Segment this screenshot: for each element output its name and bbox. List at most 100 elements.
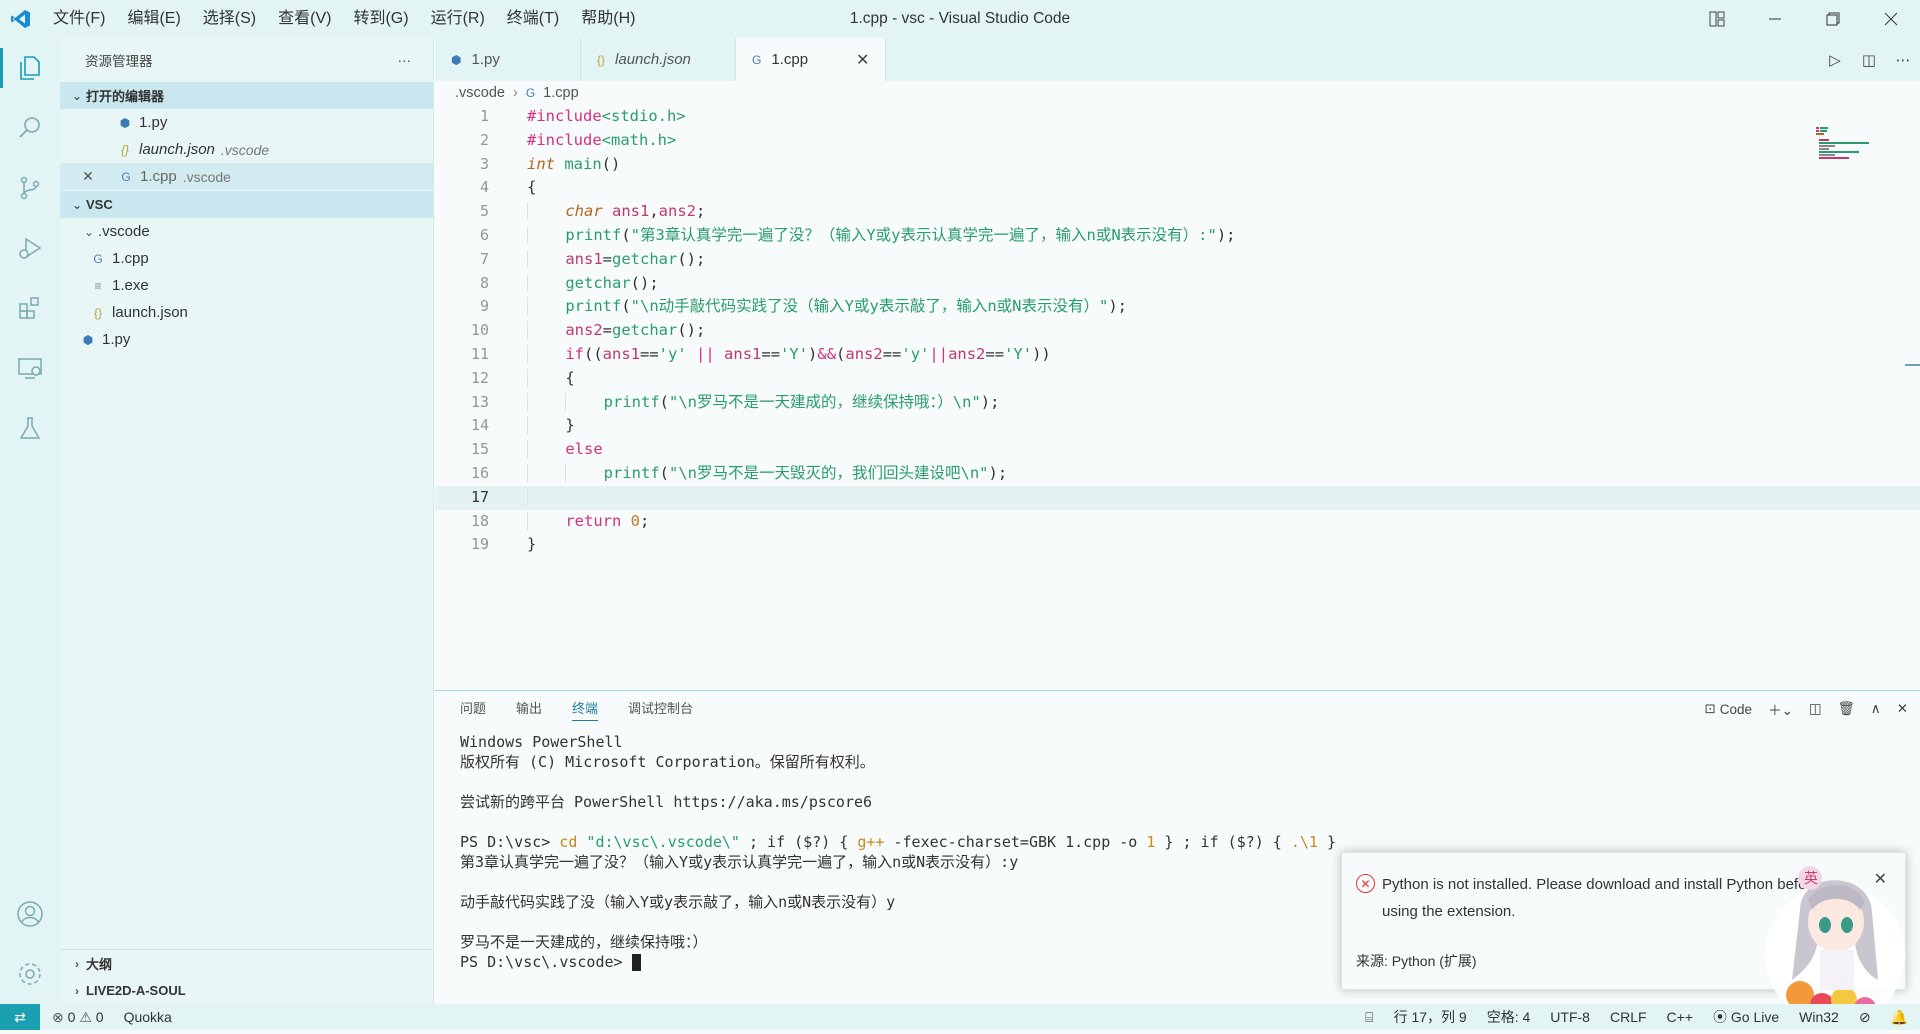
scrollbar-marker[interactable] (1905, 364, 1920, 366)
live2d-mascot[interactable]: 英 (1760, 850, 1910, 1030)
open-editors-section[interactable]: ⌄ 打开的编辑器 (60, 82, 433, 109)
tree-file[interactable]: G 1.cpp (60, 245, 433, 272)
tree-file[interactable]: {} launch.json (60, 299, 433, 326)
open-editor-name: launch.json (139, 141, 215, 158)
notifications-icon[interactable]: 🔔 (1891, 1009, 1908, 1026)
quokka-status[interactable]: Quokka (124, 1009, 172, 1025)
line-ending[interactable]: CRLF (1610, 1009, 1647, 1025)
extensions-icon[interactable] (0, 278, 60, 338)
code-line: 16 printf("\n罗马不是一天毁灭的，我们回头建设吧\n"); (435, 462, 1920, 486)
language-mode[interactable]: C++ (1667, 1009, 1693, 1025)
no-bell-icon[interactable]: ⊘ (1859, 1009, 1871, 1026)
tab-launch-json[interactable]: {} launch.json (581, 38, 736, 81)
line-number: 19 (470, 535, 489, 554)
more-actions-icon[interactable]: ··· (398, 53, 412, 68)
tab-output[interactable]: 输出 (516, 691, 542, 727)
cpp-icon: G (93, 251, 103, 266)
database-icon[interactable]: ⌸ (1365, 1009, 1373, 1026)
open-editor-item[interactable]: {} launch.json .vscode (60, 136, 433, 163)
remote-icon[interactable]: ⇄ (0, 1004, 40, 1030)
menu-edit[interactable]: 编辑(E) (116, 0, 191, 38)
more-actions-icon[interactable]: ⋯ (1886, 51, 1920, 69)
platform[interactable]: Win32 (1799, 1009, 1839, 1025)
tab-problems[interactable]: 问题 (460, 691, 486, 727)
open-editor-item[interactable]: ✕ G 1.cpp .vscode (60, 163, 433, 190)
outline-section[interactable]: › 大纲 (60, 950, 434, 977)
warning-count: 0 (95, 1008, 104, 1025)
explorer-sidebar: 资源管理器 ··· ⌄ 打开的编辑器 ⬢ 1.py {} launch.json… (60, 38, 434, 1004)
settings-gear-icon[interactable] (0, 944, 60, 1004)
prompt: PS D:\vsc> (460, 833, 560, 851)
breadcrumb-folder[interactable]: .vscode (455, 85, 505, 101)
warning-icon: ⚠ (79, 1008, 92, 1025)
chevron-right-icon: › (512, 85, 518, 101)
close-window-button[interactable] (1862, 0, 1920, 38)
editor-tabs: ⬢ 1.py {} launch.json G 1.cpp ✕ ▷ ◫ ⋯ (435, 38, 1920, 81)
menu-go[interactable]: 转到(G) (342, 0, 419, 38)
tree-folder-vscode[interactable]: ⌄ .vscode (60, 218, 433, 245)
code-line: 3 int main() (435, 153, 1920, 177)
minimap[interactable] (1816, 105, 1876, 165)
terminal-command-line: PS D:\vsc> cd "d:\vsc\.vscode\" ; if ($?… (460, 832, 1920, 852)
menu-bar: 文件(F) 编辑(E) 选择(S) 查看(V) 转到(G) 运行(R) 终端(T… (42, 0, 646, 38)
close-icon[interactable]: ✕ (78, 168, 98, 185)
terminal-line: 尝试新的跨平台 PowerShell https://aka.ms/pscore… (460, 793, 873, 811)
live2d-section[interactable]: › LIVE2D-A-SOUL (60, 977, 434, 1004)
tree-item-name: 1.py (102, 331, 131, 348)
menu-terminal[interactable]: 终端(T) (496, 0, 570, 38)
code-editor[interactable]: 1 #include<stdio.h> 2 #include<math.h> 3 in… (435, 105, 1920, 557)
maximize-panel-icon[interactable]: ∧ (1871, 701, 1881, 717)
breadcrumb: .vscode › G 1.cpp (435, 81, 1920, 105)
trash-icon[interactable]: 🗑 (1838, 701, 1855, 717)
go-live-label: Go Live (1730, 1009, 1780, 1025)
split-editor-icon[interactable]: ◫ (1852, 51, 1886, 69)
menu-view[interactable]: 查看(V) (267, 0, 342, 38)
open-editor-desc: .vscode (182, 168, 231, 185)
cursor-position[interactable]: 行 17，列 9 (1394, 1007, 1467, 1027)
indentation[interactable]: 空格: 4 (1487, 1007, 1531, 1027)
folder-section[interactable]: ⌄ VSC (60, 191, 433, 218)
account-icon[interactable] (0, 884, 60, 944)
tree-file[interactable]: ⬢ 1.py (60, 326, 433, 353)
remote-explorer-icon[interactable] (0, 338, 60, 398)
close-panel-icon[interactable]: ✕ (1897, 701, 1908, 717)
minimize-button[interactable] (1746, 0, 1804, 38)
line-number: 11 (470, 344, 489, 363)
menu-run[interactable]: 运行(R) (420, 0, 496, 38)
encoding[interactable]: UTF-8 (1550, 1009, 1590, 1025)
code-line: 1 #include<stdio.h> (435, 105, 1920, 129)
tree-item-name: 1.exe (112, 277, 149, 294)
line-number: 4 (479, 178, 489, 197)
split-terminal-icon[interactable]: ◫ (1809, 701, 1822, 717)
cmd-token: } (1317, 833, 1337, 851)
menu-selection[interactable]: 选择(S) (192, 0, 267, 38)
menu-help[interactable]: 帮助(H) (570, 0, 646, 38)
new-terminal-icon[interactable]: ＋⌄ (1768, 699, 1793, 719)
close-tab-icon[interactable]: ✕ (856, 50, 869, 70)
restore-button[interactable] (1804, 0, 1862, 38)
source-control-icon[interactable] (0, 158, 60, 218)
layout-icon[interactable] (1688, 0, 1746, 38)
line-number: 18 (470, 511, 489, 530)
open-editor-item[interactable]: ⬢ 1.py (60, 109, 433, 136)
code-line: 6 printf("第3章认真学完一遍了没？（输入Y或y表示认真学完一遍了，输入… (435, 224, 1920, 248)
terminal-name[interactable]: Code (1720, 702, 1752, 717)
code-line: 9 printf("\n动手敲代码实践了没（输入Y或y表示敲了，输入n或N表示没… (435, 295, 1920, 319)
search-icon[interactable] (0, 98, 60, 158)
breadcrumb-file[interactable]: 1.cpp (543, 85, 578, 101)
chevron-down-icon: ⌄ (83, 224, 95, 239)
tree-file[interactable]: ≡ 1.exe (60, 272, 433, 299)
file-icon: ≡ (94, 278, 102, 293)
tab-terminal[interactable]: 终端 (572, 691, 599, 727)
tab-py[interactable]: ⬢ 1.py (435, 38, 581, 81)
tab-cpp[interactable]: G 1.cpp ✕ (736, 38, 886, 81)
go-live[interactable]: ⦿ Go Live (1713, 1007, 1779, 1027)
testing-icon[interactable] (0, 398, 60, 458)
run-icon[interactable]: ▷ (1818, 51, 1852, 69)
run-debug-icon[interactable] (0, 218, 60, 278)
terminal-line: Windows PowerShell (460, 733, 623, 751)
explorer-icon[interactable] (0, 38, 60, 98)
problems-indicator[interactable]: ⊗ 0 ⚠ 0 (52, 1009, 104, 1026)
menu-file[interactable]: 文件(F) (42, 0, 116, 38)
tab-debug-console[interactable]: 调试控制台 (628, 691, 693, 727)
